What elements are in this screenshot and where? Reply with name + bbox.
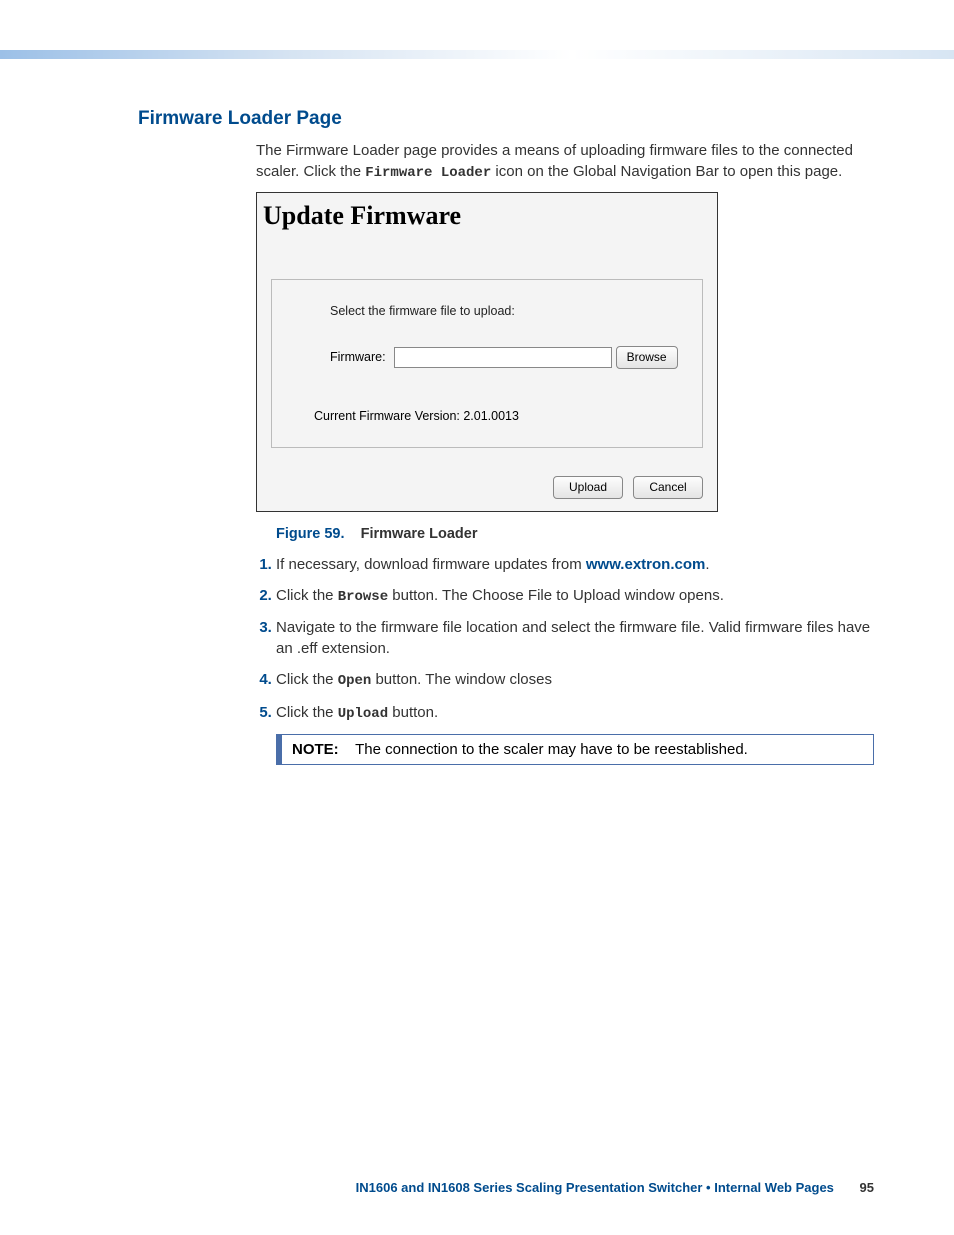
figure-caption: Figure 59. Firmware Loader xyxy=(276,526,874,542)
main-content: Firmware Loader Page The Firmware Loader… xyxy=(138,108,874,765)
upload-button[interactable]: Upload xyxy=(553,476,623,499)
upload-panel: Select the firmware file to upload: Firm… xyxy=(271,279,703,448)
screenshot-title: Update Firmware xyxy=(257,193,717,239)
steps-list: If necessary, download firmware updates … xyxy=(256,554,874,725)
page-footer: IN1606 and IN1608 Series Scaling Present… xyxy=(0,1180,874,1195)
current-version-label: Current Firmware Version: 2.01.0013 xyxy=(284,409,690,423)
firmware-file-input[interactable] xyxy=(394,347,612,368)
footer-title: IN1606 and IN1608 Series Scaling Present… xyxy=(356,1180,834,1195)
note-box: NOTE: The connection to the scaler may h… xyxy=(276,734,874,765)
step-2b: button. The Choose File to Upload window… xyxy=(388,587,724,604)
step-5: Click the Upload button. xyxy=(276,702,874,725)
step-5-mono: Upload xyxy=(338,706,388,722)
step-4b: button. The window closes xyxy=(371,671,552,688)
intro-mono: Firmware Loader xyxy=(365,165,491,181)
step-4a: Click the xyxy=(276,671,338,688)
step-2-mono: Browse xyxy=(338,589,388,605)
extron-link[interactable]: www.extron.com xyxy=(586,556,705,573)
select-file-label: Select the firmware file to upload: xyxy=(284,304,690,318)
page-number: 95 xyxy=(860,1180,874,1195)
note-label: NOTE: xyxy=(292,741,339,758)
browse-button[interactable]: Browse xyxy=(616,346,678,369)
step-4: Click the Open button. The window closes xyxy=(276,669,874,692)
cancel-button[interactable]: Cancel xyxy=(633,476,703,499)
step-4-mono: Open xyxy=(338,673,372,689)
figure-title: Firmware Loader xyxy=(361,526,478,542)
step-5b: button. xyxy=(388,704,438,721)
intro-text-b: icon on the Global Navigation Bar to ope… xyxy=(491,163,842,180)
firmware-field-row: Firmware: Browse xyxy=(284,346,690,369)
step-3: Navigate to the firmware file location a… xyxy=(276,617,874,659)
top-gradient-bar xyxy=(0,50,954,59)
step-5a: Click the xyxy=(276,704,338,721)
screenshot-footer: Upload Cancel xyxy=(257,466,717,511)
firmware-field-label: Firmware: xyxy=(330,350,386,364)
step-1: If necessary, download firmware updates … xyxy=(276,554,874,575)
step-1b: . xyxy=(705,556,709,573)
note-text: The connection to the scaler may have to… xyxy=(355,741,748,758)
firmware-loader-screenshot: Update Firmware Select the firmware file… xyxy=(256,192,718,512)
figure-number: Figure 59. xyxy=(276,526,345,542)
step-2a: Click the xyxy=(276,587,338,604)
intro-paragraph: The Firmware Loader page provides a mean… xyxy=(256,140,874,184)
section-heading: Firmware Loader Page xyxy=(138,108,874,130)
step-1a: If necessary, download firmware updates … xyxy=(276,556,586,573)
step-2: Click the Browse button. The Choose File… xyxy=(276,585,874,608)
